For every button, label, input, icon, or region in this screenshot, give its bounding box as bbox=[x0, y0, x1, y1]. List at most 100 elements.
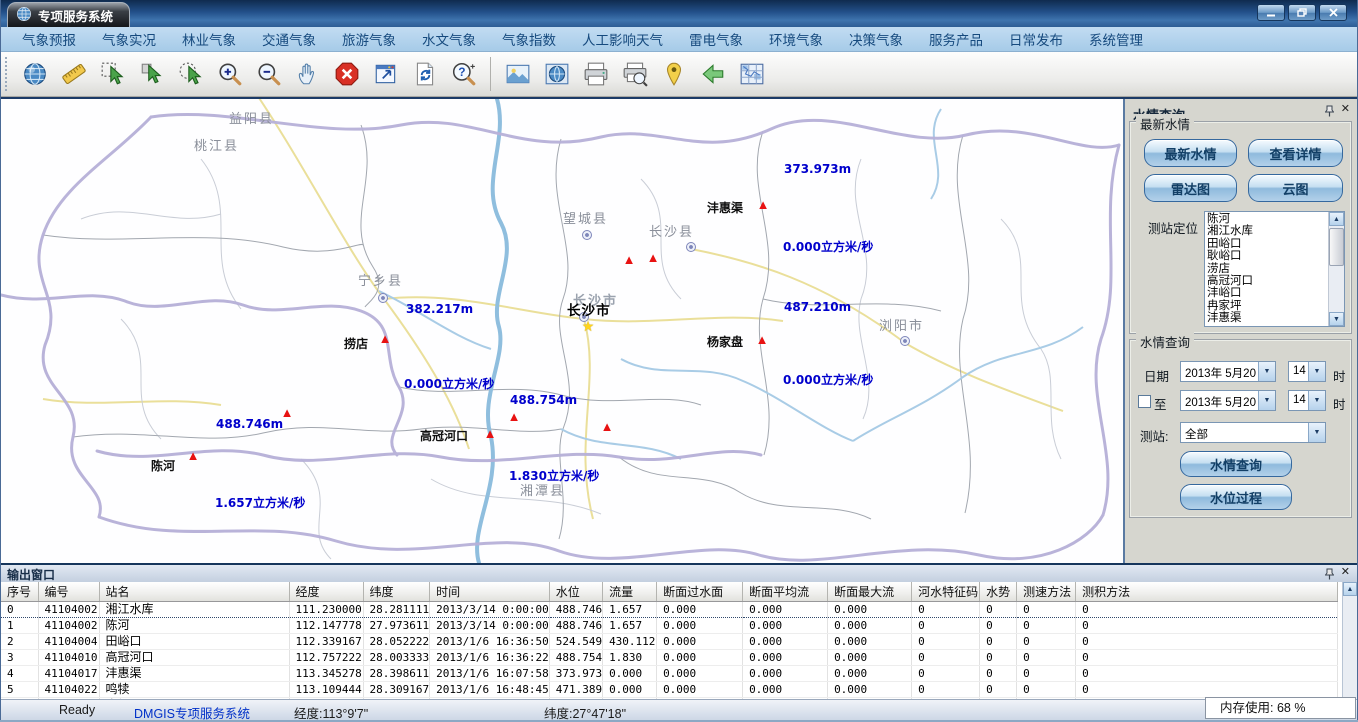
column-header[interactable]: 断面过水面 bbox=[657, 582, 743, 601]
cloud-image-button[interactable]: 云图 bbox=[1248, 174, 1343, 202]
menu-item-7[interactable]: 气象指数 bbox=[489, 29, 569, 49]
listbox-scrollbar[interactable]: ▲ ▼ bbox=[1328, 212, 1344, 326]
water-query-button[interactable]: 水情查询 bbox=[1180, 451, 1292, 477]
column-header[interactable]: 站名 bbox=[99, 582, 289, 601]
station-list-item[interactable]: 田峪口 bbox=[1207, 238, 1328, 250]
scroll-up-icon[interactable]: ▲ bbox=[1329, 212, 1344, 226]
station-list-item[interactable]: 涝店 bbox=[1207, 263, 1328, 275]
pin-icon[interactable] bbox=[1325, 105, 1334, 120]
column-header[interactable]: 河水特征码 bbox=[912, 582, 980, 601]
select-arrow-button[interactable] bbox=[132, 54, 171, 94]
dropdown-arrow-icon[interactable]: ▼ bbox=[1258, 391, 1275, 410]
station-marker-icon[interactable]: ▲ bbox=[757, 198, 770, 211]
grid-map-button[interactable] bbox=[732, 54, 771, 94]
scroll-up-icon[interactable]: ▲ bbox=[1343, 582, 1357, 596]
menu-item-14[interactable]: 系统管理 bbox=[1076, 29, 1156, 49]
column-header[interactable]: 时间 bbox=[430, 582, 550, 601]
radar-chart-button[interactable]: 雷达图 bbox=[1144, 174, 1237, 202]
identify-button[interactable]: ? bbox=[444, 54, 483, 94]
scroll-thumb[interactable] bbox=[1329, 228, 1344, 266]
column-header[interactable]: 编号 bbox=[38, 582, 99, 601]
station-marker-icon[interactable]: ▲ bbox=[484, 427, 497, 440]
restore-button[interactable] bbox=[1288, 4, 1316, 21]
menu-item-13[interactable]: 日常发布 bbox=[996, 29, 1076, 49]
to-checkbox[interactable] bbox=[1138, 395, 1151, 408]
window-export-button[interactable] bbox=[366, 54, 405, 94]
menu-item-5[interactable]: 旅游气象 bbox=[329, 29, 409, 49]
map-pin-button[interactable] bbox=[654, 54, 693, 94]
column-header[interactable]: 水位 bbox=[549, 582, 602, 601]
print-button[interactable] bbox=[576, 54, 615, 94]
zoom-out-button[interactable] bbox=[249, 54, 288, 94]
dropdown-arrow-icon[interactable]: ▼ bbox=[1308, 391, 1325, 410]
dropdown-arrow-icon[interactable]: ▼ bbox=[1308, 423, 1325, 442]
image-button[interactable] bbox=[498, 54, 537, 94]
column-header[interactable]: 测速方法 bbox=[1017, 582, 1076, 601]
station-marker-icon[interactable]: ▲ bbox=[601, 420, 614, 433]
station-select[interactable]: 全部 ▼ bbox=[1180, 422, 1326, 443]
column-header[interactable]: 纬度 bbox=[363, 582, 430, 601]
table-row[interactable]: 541104022鸣犊113.10944428.3091672013/1/6 1… bbox=[1, 681, 1338, 697]
dropdown-arrow-icon[interactable]: ▼ bbox=[1308, 362, 1325, 381]
end-hour-select[interactable]: 14 ▼ bbox=[1288, 390, 1326, 411]
station-list-item[interactable]: 沣峪口 bbox=[1207, 287, 1328, 299]
menu-item-12[interactable]: 服务产品 bbox=[916, 29, 996, 49]
stop-button[interactable] bbox=[327, 54, 366, 94]
station-marker-icon[interactable]: ▲ bbox=[508, 410, 521, 423]
output-scrollbar[interactable]: ▲ bbox=[1342, 582, 1357, 699]
station-listbox[interactable]: 陈河湘江水库田峪口耿峪口涝店高冠河口沣峪口冉家坪沣惠渠 ▲ ▼ bbox=[1204, 211, 1345, 327]
measure-button[interactable] bbox=[54, 54, 93, 94]
station-list-item[interactable]: 高冠河口 bbox=[1207, 275, 1328, 287]
column-header[interactable]: 断面最大流 bbox=[828, 582, 912, 601]
station-list-item[interactable]: 陈河 bbox=[1207, 213, 1328, 225]
station-marker-icon[interactable]: ▲ bbox=[379, 332, 392, 345]
menu-item-10[interactable]: 环境气象 bbox=[756, 29, 836, 49]
menu-item-1[interactable]: 气象预报 bbox=[9, 29, 89, 49]
start-date-select[interactable]: 2013年 5月20日 ▼ bbox=[1180, 361, 1276, 382]
menu-item-8[interactable]: 人工影响天气 bbox=[569, 29, 676, 49]
scroll-track[interactable] bbox=[1329, 226, 1344, 312]
station-marker-icon[interactable]: ▲ bbox=[756, 333, 769, 346]
table-row[interactable]: 041104002湘江水库111.23000028.2811112013/3/1… bbox=[1, 601, 1338, 617]
column-header[interactable]: 断面平均流 bbox=[743, 582, 828, 601]
column-header[interactable]: 经度 bbox=[289, 582, 363, 601]
output-pin-icon[interactable] bbox=[1325, 568, 1334, 583]
scroll-down-icon[interactable]: ▼ bbox=[1329, 312, 1344, 326]
map-canvas[interactable]: 桃江县益阳县宁乡县望城县长沙县浏阳市湘潭县长沙市长沙市捞店陈河高冠河口杨家盘沣惠… bbox=[1, 99, 1123, 563]
menu-item-9[interactable]: 雷电气象 bbox=[676, 29, 756, 49]
station-list-item[interactable]: 湘江水库 bbox=[1207, 225, 1328, 237]
toolbar-grip[interactable] bbox=[5, 57, 11, 91]
station-marker-icon[interactable]: ▲ bbox=[647, 251, 660, 264]
table-row[interactable]: 241104004田峪口112.33916728.0522222013/1/6 … bbox=[1, 633, 1338, 649]
menu-item-2[interactable]: 气象实况 bbox=[89, 29, 169, 49]
menu-item-4[interactable]: 交通气象 bbox=[249, 29, 329, 49]
output-close-icon[interactable]: ✕ bbox=[1341, 567, 1350, 578]
view-detail-button[interactable]: 查看详情 bbox=[1248, 139, 1343, 167]
end-date-select[interactable]: 2013年 5月20日 ▼ bbox=[1180, 390, 1276, 411]
table-row[interactable]: 441104017沣惠渠113.34527828.3986112013/1/6 … bbox=[1, 665, 1338, 681]
start-hour-select[interactable]: 14 ▼ bbox=[1288, 361, 1326, 382]
refresh-button[interactable] bbox=[405, 54, 444, 94]
latest-water-button[interactable]: 最新水情 bbox=[1144, 139, 1237, 167]
station-marker-icon[interactable]: ▲ bbox=[623, 253, 636, 266]
globe-button[interactable] bbox=[15, 54, 54, 94]
station-list-item[interactable]: 沣惠渠 bbox=[1207, 312, 1328, 324]
station-list-item[interactable]: 冉家坪 bbox=[1207, 300, 1328, 312]
back-button[interactable] bbox=[693, 54, 732, 94]
column-header[interactable]: 水势 bbox=[980, 582, 1017, 601]
minimize-button[interactable] bbox=[1257, 4, 1285, 21]
station-list-item[interactable]: 耿峪口 bbox=[1207, 250, 1328, 262]
app-tab[interactable]: 专项服务系统 bbox=[7, 2, 130, 27]
close-button[interactable] bbox=[1319, 4, 1347, 21]
menu-item-3[interactable]: 林业气象 bbox=[169, 29, 249, 49]
select-lasso-button[interactable] bbox=[93, 54, 132, 94]
dropdown-arrow-icon[interactable]: ▼ bbox=[1258, 362, 1275, 381]
zoom-in-button[interactable] bbox=[210, 54, 249, 94]
water-level-process-button[interactable]: 水位过程 bbox=[1180, 484, 1292, 510]
column-header[interactable]: 测积方法 bbox=[1076, 582, 1338, 601]
table-row[interactable]: 341104010高冠河口112.75722228.0033332013/1/6… bbox=[1, 649, 1338, 665]
globe-window-button[interactable] bbox=[537, 54, 576, 94]
menu-item-6[interactable]: 水文气象 bbox=[409, 29, 489, 49]
select-circle-button[interactable] bbox=[171, 54, 210, 94]
pan-button[interactable] bbox=[288, 54, 327, 94]
